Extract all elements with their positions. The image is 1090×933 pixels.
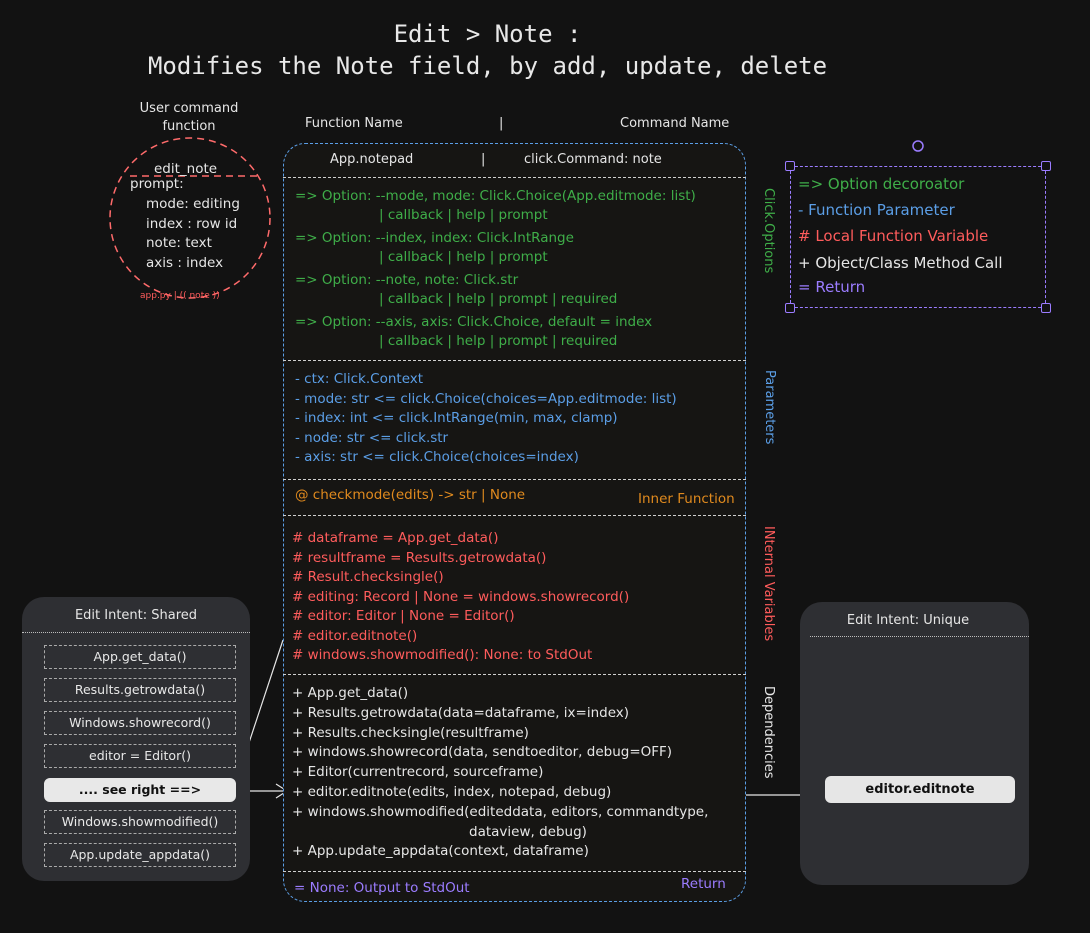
parameter-line: - mode: str <= click.Choice(choices=App.… (295, 390, 677, 407)
dependency-line: + Results.checksingle(resultframe) (292, 724, 529, 741)
legend-handle-tl[interactable] (785, 161, 795, 171)
variable-line: # windows.showmodified(): None: to StdOu… (292, 647, 593, 663)
legend-handle-br[interactable] (1041, 303, 1051, 313)
option-line: => Option: --note, note: Click.str (295, 272, 519, 288)
inner-function: @ checkmode(edits) -> str | None (295, 487, 526, 503)
separator-parameters (283, 360, 746, 361)
unique-item[interactable]: editor.editnote (825, 776, 1015, 803)
shared-panel-title: Edit Intent: Shared (74, 608, 198, 623)
user-command-source: app.py | (( note )) (140, 291, 220, 301)
dependency-line: + Editor(currentrecord, sourceframe) (292, 764, 544, 781)
unique-panel-separator (810, 636, 1029, 637)
user-command-header-line-2: function (162, 119, 216, 134)
variable-line: # dataframe = App.get_data() (292, 530, 499, 546)
separator-dependencies (283, 674, 746, 675)
header-divider: | (481, 152, 486, 167)
user-command-header-line-1: User command (139, 101, 239, 116)
option-line: | callback | help | prompt (379, 207, 548, 223)
header-command: click.Command: note (524, 152, 662, 167)
label-dependencies: Dependencies (761, 686, 776, 779)
parameter-line: - ctx: Click.Context (295, 371, 424, 387)
label-return: Return (681, 876, 726, 892)
parameters-section: - ctx: Click.Context - mode: str <= clic… (295, 370, 677, 468)
variable-line: # Result.checksingle() (292, 569, 444, 585)
header-function: App.notepad (330, 152, 414, 167)
shared-item[interactable]: editor = Editor() (44, 744, 236, 768)
legend-handle-tr[interactable] (1041, 161, 1051, 171)
dependency-line: + App.get_data() (292, 685, 409, 701)
option-line: => Option: --index, index: Click.IntRang… (295, 230, 574, 246)
dependency-line: + windows.showrecord(data, sendtoeditor,… (292, 744, 673, 761)
option-line: | callback | help | prompt (379, 249, 548, 265)
user-command-header: User command function (130, 100, 248, 136)
legend-local-variable: # Local Function Variable (798, 227, 989, 245)
legend-handle-bl[interactable] (785, 303, 795, 313)
legend-rotate-handle (912, 140, 924, 152)
shared-panel-separator (22, 632, 250, 633)
unique-intent-panel (800, 602, 1029, 885)
options-section: => Option: --mode, mode: Click.Choice(Ap… (295, 187, 696, 351)
dependency-line: + Results.getrowdata(data=dataframe, ix=… (292, 704, 630, 721)
prompt-label: prompt: (130, 176, 184, 192)
user-command-name: edit_note (154, 161, 218, 177)
variable-line: # editor.editnote() (292, 627, 418, 644)
prompt-item: index : row id (146, 215, 238, 232)
legend-method-call: + Object/Class Method Call (798, 254, 1003, 272)
shared-item[interactable]: Results.getrowdata() (44, 678, 236, 702)
shared-item[interactable]: Windows.showrecord() (44, 711, 236, 735)
variable-line: # resultframe = Results.getrowdata() (292, 549, 547, 566)
prompt-list: mode: editing index : row id note: text … (146, 195, 240, 273)
unique-panel-title: Edit Intent: Unique (846, 613, 970, 628)
prompt-item: note: text (146, 235, 212, 251)
variable-line: # editing: Record | None = windows.showr… (292, 588, 630, 605)
label-internal-variables: INternal Variables (761, 526, 776, 642)
label-inner-function: Inner Function (638, 491, 735, 507)
parameter-line: - axis: str <= click.Choice(choices=inde… (295, 449, 579, 465)
parameter-line: - node: str <= click.str (295, 429, 449, 446)
variable-line: # editor: Editor | None = Editor() (292, 608, 515, 624)
column-header-function-name: Function Name (305, 116, 403, 131)
shared-item[interactable]: Windows.showmodified() (44, 810, 236, 834)
prompt-item: mode: editing (146, 196, 240, 212)
separator-inner-function (283, 479, 746, 480)
return-value: = None: Output to StdOut (294, 880, 470, 896)
separator-options (283, 177, 746, 178)
option-line: => Option: --mode, mode: Click.Choice(Ap… (295, 188, 696, 204)
shared-intent-panel (22, 597, 250, 881)
prompt-item: axis : index (146, 254, 224, 271)
dependency-line: + windows.showmodified(editeddata, edito… (292, 803, 709, 820)
column-header-command-name: Command Name (620, 116, 730, 131)
option-line: => Option: --axis, axis: Click.Choice, d… (295, 314, 653, 330)
column-header-divider: | (499, 116, 504, 131)
dependency-line: + App.update_appdata(context, dataframe) (292, 843, 589, 860)
legend-function-parameter: - Function Parameter (798, 201, 955, 219)
option-line: | callback | help | prompt | required (379, 333, 618, 349)
legend-option-decorator: => Option decoroator (798, 175, 965, 193)
label-parameters: Parameters (762, 370, 777, 445)
separator-internal-variables (283, 515, 746, 516)
option-line: | callback | help | prompt | required (379, 291, 618, 307)
shared-item-see-right[interactable]: .... see right ==> (44, 778, 236, 802)
label-click-options: Click.Options (761, 188, 776, 274)
legend-return: = Return (798, 278, 866, 296)
shared-item[interactable]: App.update_appdata() (44, 843, 236, 867)
dependencies-section: + App.get_data() + Results.getrowdata(da… (292, 684, 708, 862)
parameter-line: - index: int <= click.IntRange(min, max,… (295, 410, 618, 426)
shared-item[interactable]: App.get_data() (44, 645, 236, 669)
internal-variables-section: # dataframe = App.get_data() # resultfra… (292, 529, 629, 666)
dependency-line: + editor.editnote(edits, index, notepad,… (292, 783, 612, 800)
separator-return (283, 871, 746, 872)
dependency-line: dataview, debug) (469, 823, 587, 840)
